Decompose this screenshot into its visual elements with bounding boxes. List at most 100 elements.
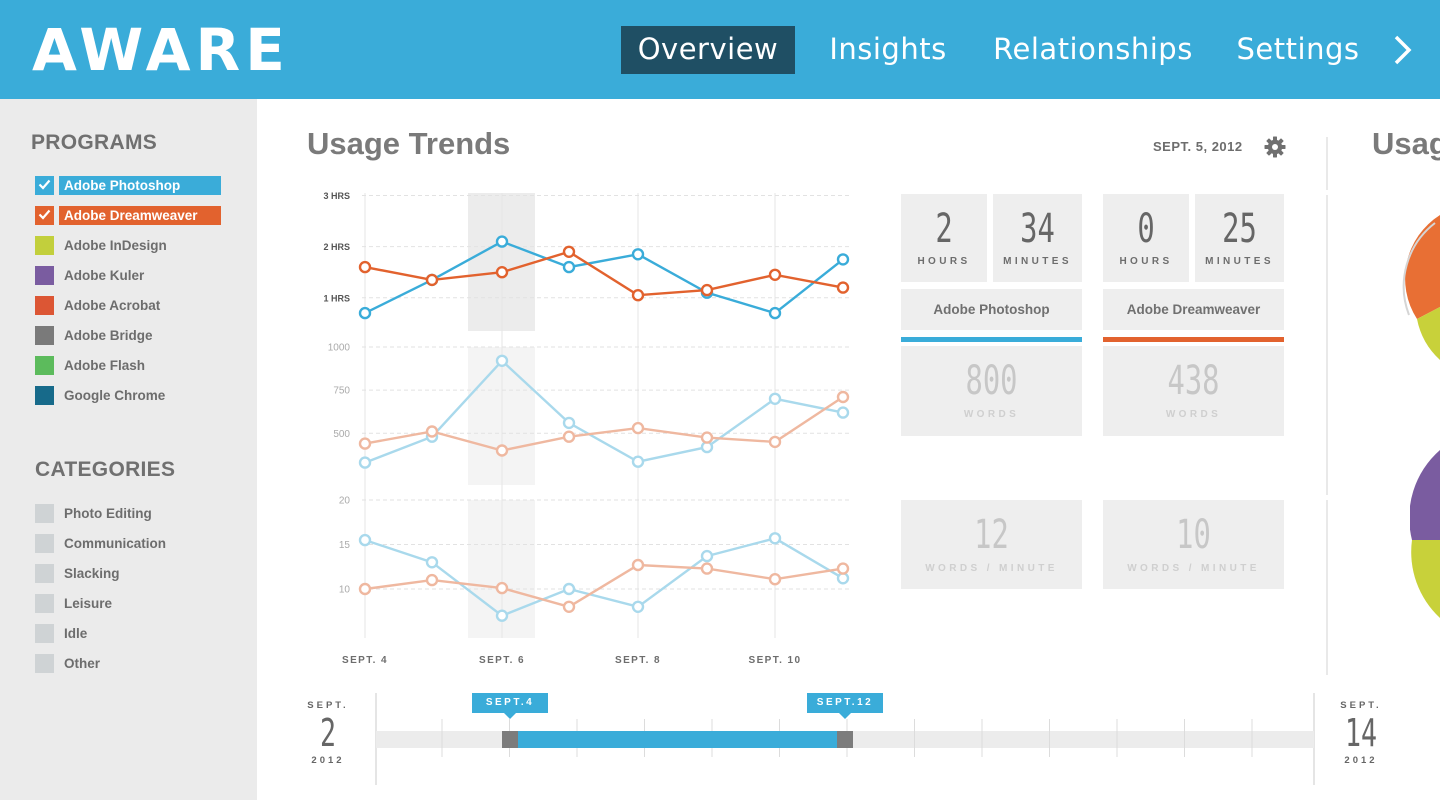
x-tick-label: SEPT. 10	[749, 655, 802, 666]
program-swatch[interactable]	[35, 296, 54, 315]
program-swatch[interactable]	[35, 266, 54, 285]
stat-value: 800	[965, 358, 1018, 404]
category-checkbox[interactable]	[35, 564, 54, 583]
program-swatch[interactable]	[35, 206, 54, 225]
photoshop-hours-box: 2 HOURS	[901, 194, 987, 282]
dreamweaver-color-bar	[1103, 337, 1284, 342]
program-label: Adobe Acrobat	[64, 298, 161, 313]
data-point	[700, 562, 714, 575]
program-swatch[interactable]	[35, 236, 54, 255]
categories-heading: CATEGORIES	[35, 458, 176, 481]
photoshop-wpm-box: 12 WORDS / MINUTE	[901, 500, 1082, 589]
program-item-flash[interactable]: Adobe Flash	[35, 356, 221, 376]
program-label: Adobe Bridge	[64, 328, 153, 343]
y-tick-label: 20	[339, 496, 351, 507]
current-date[interactable]: SEPT. 5, 2012	[1153, 139, 1243, 154]
program-item-kuler[interactable]: Adobe Kuler	[35, 266, 221, 286]
checkmark-icon	[38, 209, 51, 220]
stat-value: 10	[1176, 512, 1211, 558]
category-label: Slacking	[64, 566, 120, 581]
timeline-selected-range[interactable]	[518, 731, 837, 748]
gear-icon[interactable]	[1263, 135, 1287, 159]
stat-unit: HOURS	[1119, 256, 1173, 267]
category-item-other[interactable]: Other	[35, 654, 221, 674]
timeline-range-end-label[interactable]: SEPT.12	[807, 693, 883, 713]
top-bar: AWARE ™ Overview Insights Relationships …	[0, 0, 1440, 99]
tab-overview[interactable]: Overview	[621, 26, 795, 74]
y-tick-label: 750	[333, 386, 350, 397]
program-item-photoshop[interactable]: Adobe Photoshop	[35, 176, 221, 196]
stat-unit: WORDS / MINUTE	[1127, 563, 1260, 574]
usage-trend-charts[interactable]: SEPT. 4 SEPT. 6 SEPT. 8 SEPT. 10 1 HRS 2 HRS 3…	[300, 180, 870, 680]
data-point	[768, 435, 782, 449]
y-tick-label: 1 HRS	[323, 293, 350, 303]
stat-value: 2	[935, 206, 953, 252]
sidebar: PROGRAMS Adobe Photoshop Adobe Dreamweav…	[0, 99, 257, 800]
category-label: Idle	[64, 626, 88, 641]
timeline-start-handle[interactable]	[502, 731, 518, 748]
y-tick-label: 1000	[328, 343, 351, 354]
dreamweaver-hours-box: 0 HOURS	[1103, 194, 1189, 282]
program-label: Adobe Dreamweaver	[59, 206, 221, 225]
program-label: Adobe Kuler	[64, 268, 145, 283]
category-checkbox[interactable]	[35, 654, 54, 673]
timeline-range-start-label[interactable]: SEPT.4	[472, 693, 548, 713]
data-point	[836, 390, 850, 404]
stat-value: 34	[1020, 206, 1055, 252]
section-divider	[1326, 137, 1328, 190]
category-item-leisure[interactable]: Leisure	[35, 594, 221, 614]
stat-unit: WORDS / MINUTE	[925, 563, 1058, 574]
category-checkbox[interactable]	[35, 534, 54, 553]
program-item-acrobat[interactable]: Adobe Acrobat	[35, 296, 221, 316]
program-swatch[interactable]	[35, 326, 54, 345]
stat-unit: MINUTES	[1003, 256, 1072, 267]
stat-unit: HOURS	[917, 256, 971, 267]
category-checkbox[interactable]	[35, 624, 54, 643]
program-item-chrome[interactable]: Google Chrome	[35, 386, 221, 406]
y-tick-label: 10	[339, 585, 351, 596]
data-point	[562, 582, 576, 596]
data-point	[358, 533, 372, 547]
category-pie-chart-partial[interactable]	[1410, 450, 1440, 620]
timeline-end-month: SEPT.	[1340, 700, 1382, 711]
category-item-communication[interactable]: Communication	[35, 534, 221, 554]
data-point	[562, 245, 576, 259]
program-swatch[interactable]	[35, 356, 54, 375]
data-point	[425, 425, 439, 438]
program-swatch[interactable]	[35, 176, 54, 195]
data-point	[631, 421, 645, 435]
dreamweaver-minutes-box: 25 MINUTES	[1195, 194, 1284, 282]
usage-pie-chart-partial[interactable]	[1395, 215, 1440, 360]
data-point	[768, 392, 782, 405]
data-point	[358, 456, 372, 469]
program-swatch[interactable]	[35, 386, 54, 405]
trademark-symbol: ™	[270, 28, 280, 39]
chevron-right-icon[interactable]	[1390, 32, 1416, 68]
program-item-bridge[interactable]: Adobe Bridge	[35, 326, 221, 346]
app-logo[interactable]: AWARE	[32, 16, 290, 84]
tab-insights[interactable]: Insights	[818, 26, 958, 74]
data-point	[562, 260, 576, 274]
y-tick-label: 2 HRS	[323, 242, 350, 252]
series-line	[364, 359, 844, 464]
tab-settings[interactable]: Settings	[1228, 26, 1368, 74]
program-item-dreamweaver[interactable]: Adobe Dreamweaver	[35, 206, 221, 226]
category-checkbox[interactable]	[35, 504, 54, 523]
category-item-photo-editing[interactable]: Photo Editing	[35, 504, 221, 524]
category-item-idle[interactable]: Idle	[35, 624, 221, 644]
data-point	[631, 600, 645, 613]
photoshop-color-bar	[901, 337, 1082, 342]
data-point	[495, 235, 509, 248]
program-item-indesign[interactable]: Adobe InDesign	[35, 236, 221, 256]
category-checkbox[interactable]	[35, 594, 54, 613]
data-point	[358, 260, 372, 274]
data-point	[700, 549, 714, 563]
category-item-slacking[interactable]: Slacking	[35, 564, 221, 584]
stat-unit: MINUTES	[1205, 256, 1274, 267]
timeline-end-handle[interactable]	[837, 731, 853, 748]
data-point	[358, 306, 372, 320]
tab-relationships[interactable]: Relationships	[988, 26, 1198, 74]
data-point	[562, 430, 576, 443]
dreamweaver-wpm-box: 10 WORDS / MINUTE	[1103, 500, 1284, 589]
data-point	[495, 609, 509, 622]
